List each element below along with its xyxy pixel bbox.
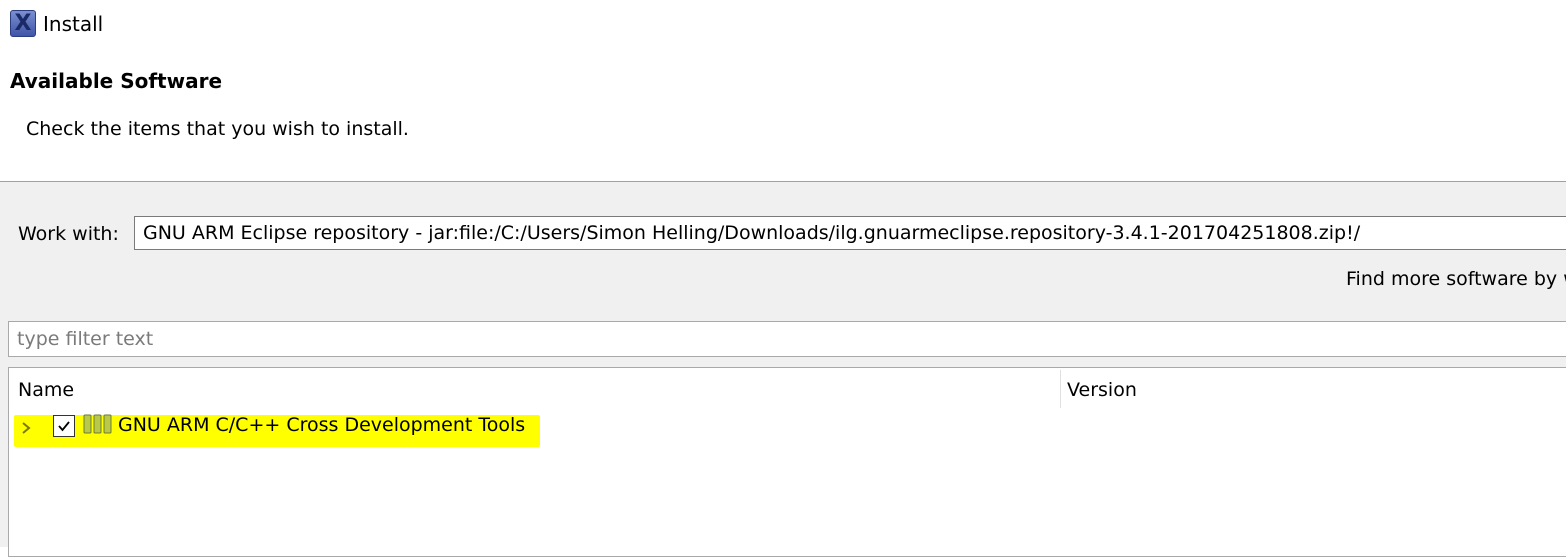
feature-icon [83,414,112,434]
work-with-label: Work with: [18,223,119,245]
column-header-name[interactable]: Name [18,378,74,402]
page-description: Check the items that you wish to install… [26,118,409,140]
row-label: GNU ARM C/C++ Cross Development Tools [118,414,526,436]
window-title: Install [43,12,104,36]
wizard-body: Work with: GNU ARM Eclipse repository - … [0,182,1566,557]
column-header-version[interactable]: Version [1067,378,1137,402]
check-icon [58,421,70,432]
title-bar: X Install [0,0,1566,50]
chevron-right-icon[interactable] [19,418,33,438]
wizard-header: Available Software Check the items that … [0,50,1566,181]
filter-input[interactable] [8,321,1566,357]
find-more-software-link[interactable]: Find more software by w [1346,267,1566,291]
column-divider[interactable] [1060,370,1061,408]
page-title: Available Software [10,69,223,93]
work-with-combo[interactable]: GNU ARM Eclipse repository - jar:file:/C… [134,216,1566,250]
software-tree: Name Version GNU ARM C/C++ Cross Develop… [8,367,1566,557]
install-window-icon: X [10,10,36,37]
row-checkbox[interactable] [53,415,75,437]
